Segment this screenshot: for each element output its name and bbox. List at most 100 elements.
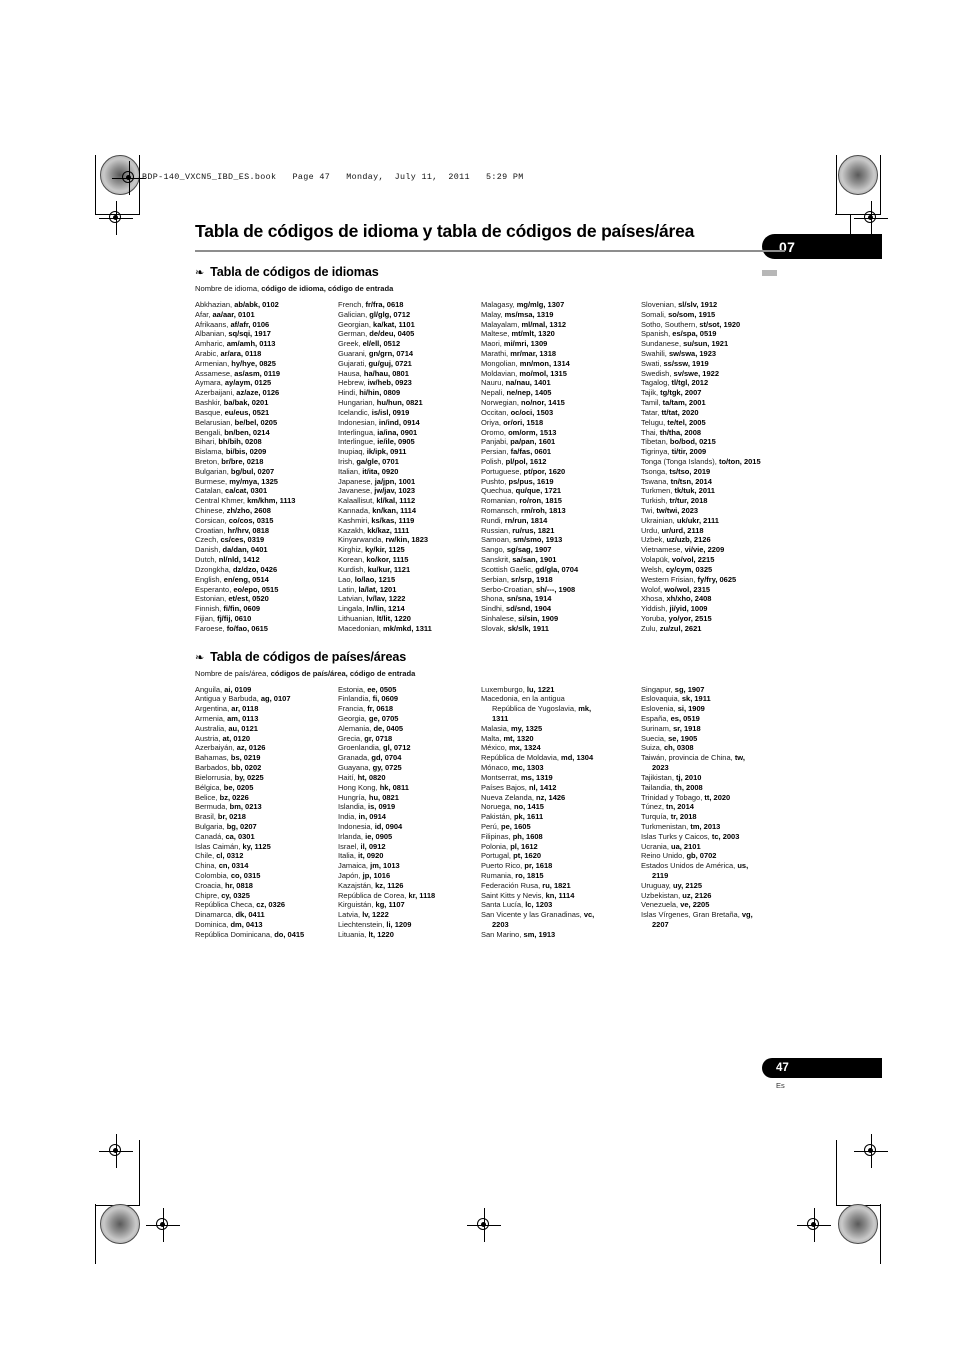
- code-entry-name: Tsonga,: [641, 466, 670, 476]
- code-entry-name: Abkhazian,: [195, 299, 235, 309]
- code-entry: Ukrainian, uk/ukr, 2111: [641, 516, 801, 526]
- code-entry-name: Kurdish,: [338, 564, 368, 574]
- code-entry: Groenlandia, gl, 0712: [338, 743, 481, 753]
- code-entry-value: gn/grn, 0714: [368, 349, 414, 358]
- code-entry-value: ms/msa, 1319: [504, 309, 554, 319]
- code-entry-name: Australia,: [195, 723, 229, 733]
- code-entry-value: be, 0205: [223, 782, 254, 792]
- code-entry-value: fy/fry, 0625: [697, 574, 737, 584]
- registration-target-bottom-left: [146, 1208, 180, 1242]
- code-entry-name: Islas Caimán,: [195, 841, 243, 851]
- code-entry: Tajik, tg/tgk, 2007: [641, 388, 801, 398]
- code-entry: Interlingue, ie/ile, 0905: [338, 437, 481, 447]
- code-entry: Rumania, ro, 1815: [481, 871, 641, 881]
- code-entry-name: Welsh,: [641, 564, 666, 574]
- code-entry-value: gr, 0718: [364, 733, 393, 743]
- code-entry: Francia, fr, 0618: [338, 704, 481, 714]
- code-entry-value: ja/jpn, 1001: [374, 476, 416, 486]
- page-language-label: Es: [776, 1081, 785, 1090]
- code-entry-name: Italia,: [338, 851, 359, 861]
- code-entry-name: Czech,: [195, 535, 221, 545]
- code-entry-value: ar, 0118: [231, 704, 259, 714]
- code-entry-value: uz, 2126: [682, 890, 712, 900]
- code-entry: Latin, la/lat, 1201: [338, 585, 481, 595]
- code-entry-value: ps/pus, 1619: [508, 476, 554, 486]
- country-section-heading-text: Tabla de códigos de países/áreas: [210, 649, 407, 664]
- code-entry: Grecia, gr, 0718: [338, 734, 481, 744]
- code-entry: Suecia, se, 1905: [641, 734, 801, 744]
- code-entry-value: ky/kir, 1125: [365, 545, 405, 555]
- code-entry-value: gl/glg, 0712: [369, 309, 411, 319]
- code-entry-name: Japanese,: [338, 476, 375, 486]
- code-entry-value: ai, 0109: [224, 684, 252, 694]
- code-entry-name: Korean,: [338, 555, 367, 565]
- code-entry: Portuguese, pt/por, 1620: [481, 467, 641, 477]
- code-entry-name: Interlingua,: [338, 427, 378, 437]
- code-entry: República de Moldavia, md, 1304: [481, 753, 641, 763]
- code-entry-name: República de Moldavia,: [481, 753, 562, 763]
- code-entry-value: cy/cym, 0325: [665, 564, 713, 574]
- code-entry: Chile, cl, 0312: [195, 851, 338, 861]
- code-entry: 2119: [641, 871, 801, 881]
- code-entry-value: do, 0415: [274, 929, 305, 939]
- code-entry: Lithuanian, lt/lit, 1220: [338, 614, 481, 624]
- code-entry: Twi, tw/twi, 2023: [641, 506, 801, 516]
- code-entry-value: ti/tir, 2009: [671, 447, 707, 457]
- code-entry: Venezuela, ve, 2205: [641, 900, 801, 910]
- code-entry-name: República Dominicana,: [195, 929, 275, 939]
- code-entry-name: Indonesian,: [338, 417, 379, 427]
- code-entry: Quechua, qu/que, 1721: [481, 486, 641, 496]
- code-entry-value: ru/rus, 1821: [512, 525, 555, 535]
- code-entry-name: Reino Unido,: [641, 851, 687, 861]
- code-entry: Xhosa, xh/xho, 2408: [641, 594, 801, 604]
- code-entry: Tatar, tt/tat, 2020: [641, 408, 801, 418]
- code-entry-name: Shona,: [481, 594, 507, 604]
- code-entry-name: Norwegian,: [481, 398, 522, 408]
- code-entry-value: my, 1325: [511, 723, 543, 733]
- code-entry: Nueva Zelanda, nz, 1426: [481, 793, 641, 803]
- code-entry: Singapur, sg, 1907: [641, 685, 801, 695]
- code-entry-name: Finlandia,: [338, 694, 373, 704]
- code-entry-value: ne/nep, 1405: [506, 388, 552, 398]
- code-entry-name: San Marino,: [481, 929, 524, 939]
- code-entry-value: lc, 1203: [525, 900, 553, 910]
- code-entry-value: az/aze, 0126: [236, 388, 280, 398]
- code-entry-name: Rumania,: [481, 871, 516, 880]
- language-subtitle-bold: código de idioma, código de entrada: [261, 283, 394, 293]
- code-entry-value: or/ori, 1518: [503, 417, 544, 427]
- code-entry-value: vg,: [741, 910, 753, 920]
- code-entry-value: it/ita, 0920: [362, 466, 399, 476]
- code-entry-value: mg/mlg, 1307: [516, 299, 565, 309]
- code-entry-name: Romanian,: [481, 496, 520, 506]
- code-entry-name: Turquía,: [641, 812, 671, 822]
- code-entry-name: Lituania,: [338, 929, 369, 939]
- code-entry-name: Xhosa,: [641, 594, 667, 604]
- code-entry-value: zu/zul, 2621: [659, 623, 702, 633]
- crop-rule-bottom-right-v2: [880, 1204, 881, 1264]
- code-entry: Malay, ms/msa, 1319: [481, 310, 641, 320]
- registration-target-left: [99, 201, 133, 235]
- code-entry-value: dk, 0411: [235, 910, 265, 920]
- code-entry-value: sg/sag, 1907: [506, 545, 552, 555]
- code-entry: Anguila, ai, 0109: [195, 685, 338, 695]
- country-subtitle-bold: códigos de país/área, código de entrada: [270, 668, 416, 678]
- code-entry: French, fr/fra, 0618: [338, 300, 481, 310]
- code-entry-value: dz/dzo, 0426: [232, 564, 278, 574]
- code-entry-value: sw/swa, 1923: [668, 349, 717, 358]
- code-entry-value: jm, 1013: [370, 861, 400, 871]
- code-entry-value: si/sin, 1909: [518, 613, 559, 623]
- code-entry-name: Dzongkha,: [195, 564, 233, 574]
- code-entry-name: Esperanto,: [195, 584, 234, 594]
- code-entry-name: Sindhi,: [481, 604, 507, 614]
- code-entry-value: us,: [737, 861, 749, 871]
- page-number-tab: 47: [762, 1058, 882, 1078]
- diamond-bullet-icon: ❧: [195, 266, 205, 279]
- page-content: Tabla de códigos de idioma y tabla de có…: [195, 221, 785, 940]
- code-entry-name: Arabic,: [195, 349, 221, 358]
- code-entry-value: tt/tat, 2020: [661, 407, 699, 417]
- code-entry-value: ca, 0301: [225, 831, 255, 841]
- code-entry-name: Eslovenia,: [641, 704, 678, 714]
- code-entry-name: Chile,: [195, 851, 217, 861]
- code-entry-name: Marathi,: [481, 349, 511, 358]
- code-entry: Tamil, ta/tam, 2001: [641, 398, 801, 408]
